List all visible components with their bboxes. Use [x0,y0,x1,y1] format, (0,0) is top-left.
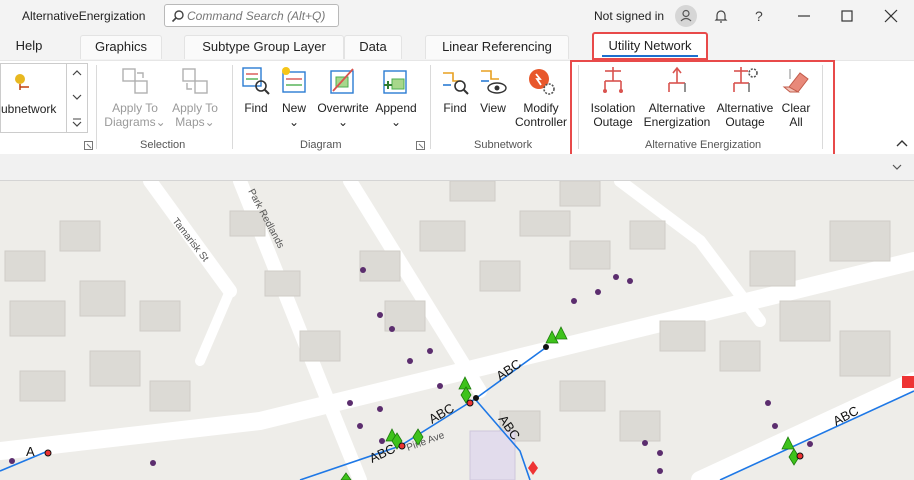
dialog-launcher-icon[interactable] [84,141,93,150]
collapse-ribbon-icon[interactable] [896,140,908,148]
chevron-down-icon: ⌄ [288,115,300,129]
subnetwork-find-label: Find [443,101,467,115]
tab-subtype-group-layer[interactable]: Subtype Group Layer [184,35,344,59]
diagram-find-button[interactable]: Find [238,65,274,115]
apply-to-maps-label-2: Maps [175,115,205,129]
tab-graphics[interactable]: Graphics [80,35,162,59]
close-icon[interactable] [882,7,900,25]
chevron-down-icon[interactable] [892,164,902,171]
modify-controller-label-1: Modify [523,101,559,115]
apply-to-maps-button[interactable]: Apply To Maps⌄ [166,65,224,129]
diagram-overwrite-button[interactable]: Overwrite ⌄ [314,65,372,129]
sign-in-status: Not signed in [594,9,665,23]
diagram-append-button[interactable]: Append ⌄ [372,65,420,129]
tab-data[interactable]: Data [344,35,402,59]
map-view[interactable]: Tamarisk St Park Redlands Pine Ave ABC A… [0,181,914,480]
help-icon[interactable]: ? [755,8,773,26]
title-bar: AlternativeEnergization Not signed in ? [0,0,914,32]
diagram-overwrite-label: Overwrite [317,101,369,115]
diagram-append-label: Append [375,101,417,115]
search-icon [171,10,184,23]
diagram-find-icon [242,67,270,95]
line-label: A [26,444,35,459]
subnetwork-find-icon [443,72,469,95]
gallery-expand-icon[interactable] [72,117,82,127]
alternative-energization-highlight [570,60,835,156]
dialog-launcher-icon[interactable] [416,141,425,150]
diagram-new-button[interactable]: New ⌄ [276,65,312,129]
street-label: Tamarisk St [170,216,211,264]
subnetwork-icon [15,74,29,90]
modify-controller-button[interactable]: Modify Controller [512,65,570,129]
gallery-scroll [66,63,87,133]
apply-to-diagrams-label-1: Apply To [112,101,158,115]
apply-to-maps-label-1: Apply To [172,101,218,115]
chevron-up-icon[interactable] [72,69,82,77]
selection-group-label: Selection [140,139,186,151]
ribbon-tabs: Help Graphics Subtype Group Layer Data L… [0,32,914,60]
diagram-append-icon [383,70,407,94]
active-tab-indicator [602,55,698,57]
tab-linear-referencing[interactable]: Linear Referencing [425,35,569,59]
chevron-down-icon[interactable] [72,93,82,101]
avatar[interactable] [675,5,697,27]
separator [96,65,97,149]
diagram-new-icon [282,67,306,93]
subnetwork-view-label: View [480,101,506,115]
view-tabs-strip [0,154,914,181]
diagram-group-label: Diagram [300,139,342,151]
apply-to-maps-icon [182,68,208,94]
subnetwork-view-button[interactable]: View [474,65,512,115]
subnetwork-view-icon [481,70,507,94]
apply-to-diagrams-label-2: Diagrams [104,115,156,129]
separator [232,65,233,149]
map-canvas[interactable]: Tamarisk St Park Redlands Pine Ave ABC A… [0,181,914,480]
chevron-down-icon: ⌄ [337,115,349,129]
tab-help[interactable]: Help [4,35,54,59]
line-label: ABC [367,441,398,466]
diagram-find-label: Find [244,101,268,115]
street-label: Pine Ave [405,430,446,454]
command-search[interactable] [164,4,339,27]
line-label: ABC [426,400,457,426]
app-title: AlternativeEnergization [22,9,146,23]
apply-to-diagrams-button[interactable]: Apply To Diagrams⌄ [104,65,166,129]
modify-controller-icon [529,69,555,95]
search-input[interactable] [187,7,335,24]
chevron-down-icon: ⌄ [390,115,402,129]
modify-controller-label-2: Controller [514,115,568,129]
user-icon [680,9,692,22]
apply-to-diagrams-icon [122,68,148,94]
subnetwork-find-button[interactable]: Find [436,65,474,115]
minimize-icon[interactable] [795,7,813,25]
diagram-new-label: New [281,101,306,115]
separator [430,65,431,149]
bell-icon[interactable] [712,7,730,25]
tab-utility-network[interactable]: Utility Network [592,32,708,60]
tab-utility-network-label: Utility Network [608,38,692,53]
subnetwork-group-label: Subnetwork [474,139,533,151]
diagram-overwrite-icon [330,68,354,94]
gallery-label: ubnetwork [1,102,57,116]
maximize-icon[interactable] [838,7,856,25]
